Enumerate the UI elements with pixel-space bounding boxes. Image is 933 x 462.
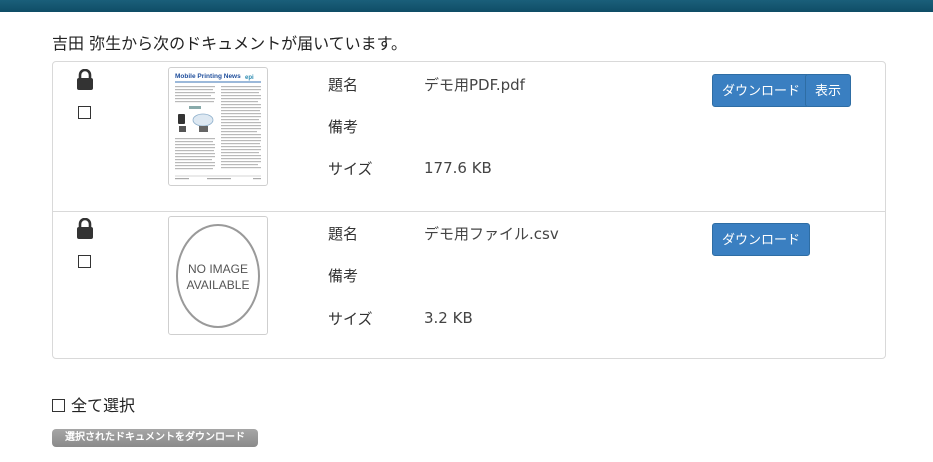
title-label: 題名 — [328, 76, 359, 94]
download-button[interactable]: ダウンロード — [712, 74, 811, 107]
top-banner — [0, 0, 933, 12]
size-label: サイズ — [328, 160, 373, 178]
thumb-heading: Mobile Printing News — [175, 73, 241, 80]
document-title: デモ用PDF.pdf — [424, 76, 525, 94]
document-thumbnail[interactable]: Mobile Printing News epi — [168, 67, 268, 186]
document-title: デモ用ファイル.csv — [424, 225, 559, 243]
download-button[interactable]: ダウンロード — [712, 223, 811, 256]
document-size: 3.2 KB — [424, 309, 473, 327]
page-heading: 吉田 弥生から次のドキュメントが届いています。 — [52, 34, 408, 53]
lock-icon — [77, 218, 93, 239]
note-label: 備考 — [328, 267, 359, 285]
view-button[interactable]: 表示 — [805, 74, 852, 107]
placeholder-line-1: NO IMAGE — [188, 262, 248, 276]
checkbox-box[interactable] — [52, 398, 65, 412]
no-image-placeholder: NO IMAGE AVAILABLE — [176, 224, 260, 328]
document-row: NO IMAGE AVAILABLE 題名 デモ用ファイル.csv 備考 サイズ… — [53, 211, 885, 358]
placeholder-line-2: AVAILABLE — [187, 278, 250, 292]
thumb-logo: epi — [245, 75, 254, 81]
document-size: 177.6 KB — [424, 159, 492, 177]
document-row: Mobile Printing News epi 題名 デモ用PDF.pdf 備… — [53, 62, 885, 212]
size-label: サイズ — [328, 310, 373, 328]
document-checkbox[interactable] — [78, 106, 91, 119]
lock-icon — [77, 69, 93, 90]
document-thumbnail[interactable]: NO IMAGE AVAILABLE — [168, 216, 268, 335]
note-label: 備考 — [328, 118, 359, 136]
select-all-label: 全て選択 — [71, 396, 136, 415]
title-label: 題名 — [328, 225, 359, 243]
download-selected-button[interactable]: 選択されたドキュメントをダウンロード — [52, 429, 258, 447]
document-checkbox[interactable] — [78, 255, 91, 268]
pdf-preview-image: Mobile Printing News epi — [175, 73, 261, 180]
documents-panel: Mobile Printing News epi 題名 デモ用PDF.pdf 備… — [52, 61, 886, 359]
select-all-checkbox[interactable]: 全て選択 — [52, 392, 135, 416]
